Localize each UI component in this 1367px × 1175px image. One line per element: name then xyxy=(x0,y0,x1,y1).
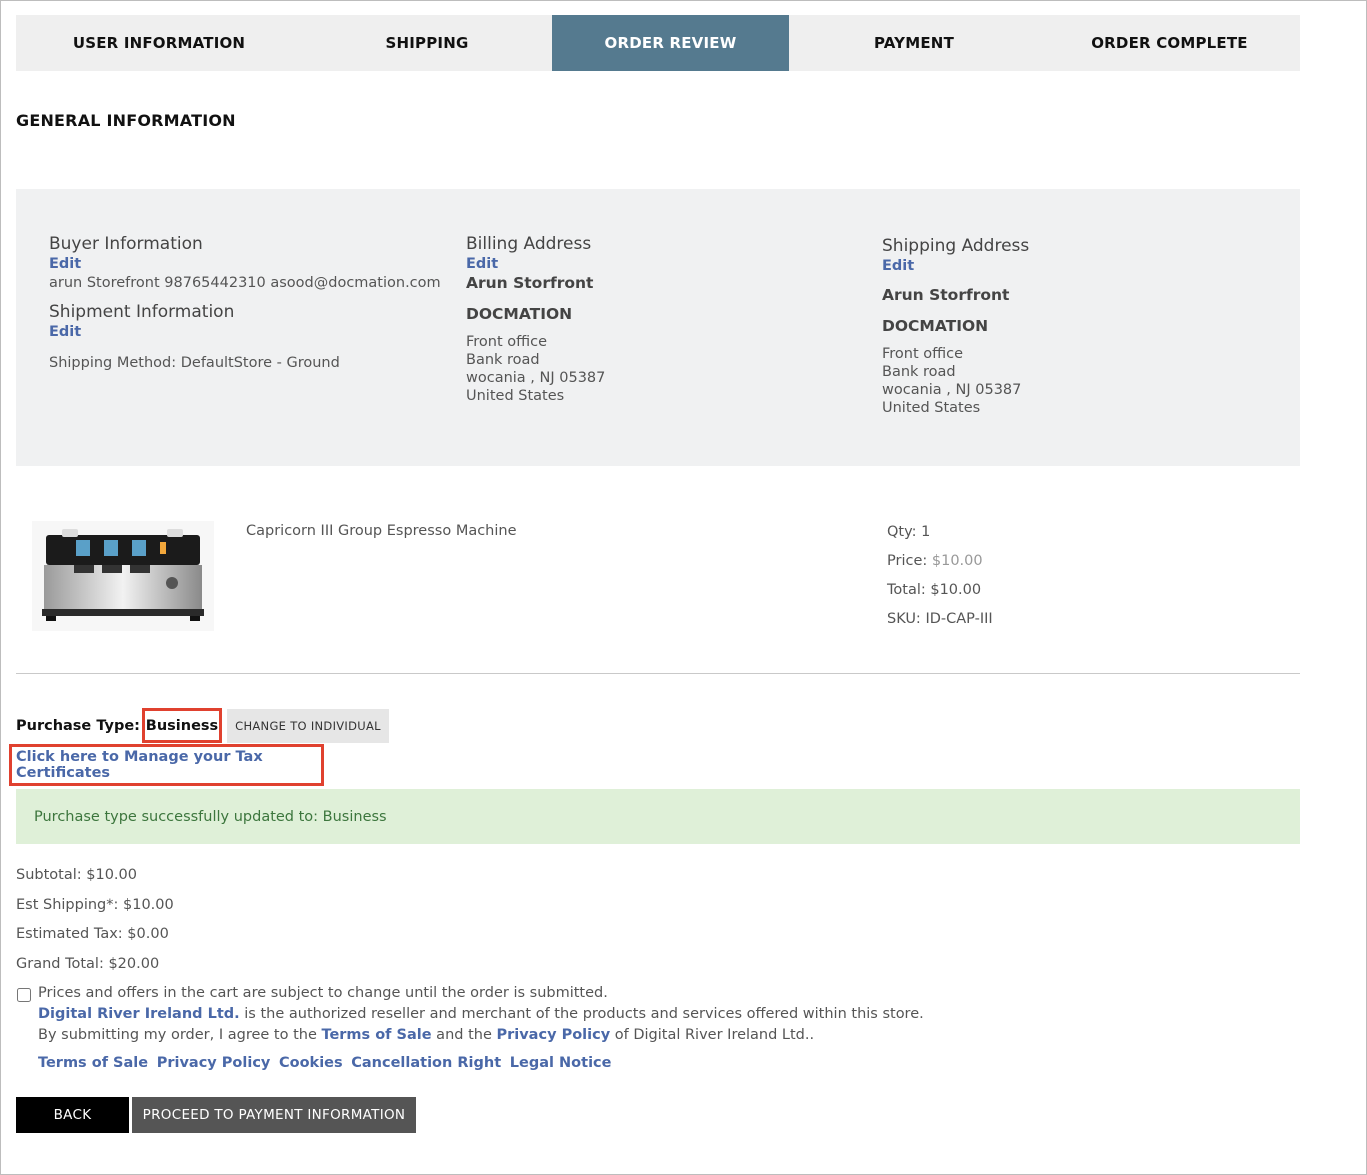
proceed-to-payment-button[interactable]: PROCEED TO PAYMENT INFORMATION xyxy=(132,1097,416,1133)
change-to-individual-button[interactable]: CHANGE TO INDIVIDUAL xyxy=(227,709,389,743)
product-total: $10.00 xyxy=(930,582,982,598)
shipping-city: wocania , NJ 05387 xyxy=(882,382,1022,398)
terms-text: Prices and offers in the cart are subjec… xyxy=(38,983,938,1046)
shipment-heading: Shipment Information xyxy=(49,302,235,322)
product-total-row: Total: $10.00 xyxy=(887,582,982,598)
buyer-column: Buyer Information Edit arun Storefront 9… xyxy=(49,233,449,372)
section-title: GENERAL INFORMATION xyxy=(16,111,236,130)
terms-checkbox[interactable] xyxy=(17,988,31,1002)
product-sku-row: SKU: ID-CAP-III xyxy=(887,611,993,627)
order-totals: Subtotal: $10.00 Est Shipping*: $10.00 E… xyxy=(16,866,174,984)
step-shipping[interactable]: SHIPPING xyxy=(302,15,552,71)
terms-line-1: Prices and offers in the cart are subjec… xyxy=(38,985,608,1001)
product-name: Capricorn III Group Espresso Machine xyxy=(246,523,517,539)
estimated-tax: Estimated Tax: $0.00 xyxy=(16,926,169,942)
manage-tax-certificates-link[interactable]: Click here to Manage your Tax Certificat… xyxy=(16,749,321,781)
billing-edit-link[interactable]: Edit xyxy=(466,255,498,274)
step-payment[interactable]: PAYMENT xyxy=(789,15,1039,71)
divider xyxy=(16,673,1300,674)
shipping-address-heading: Shipping Address xyxy=(882,236,1030,256)
success-banner: Purchase type successfully updated to: B… xyxy=(16,789,1300,844)
footer-privacy-policy-link[interactable]: Privacy Policy xyxy=(157,1055,271,1071)
buyer-heading: Buyer Information xyxy=(49,234,203,254)
shipping-line1: Front office xyxy=(882,346,964,362)
footer-cancellation-right-link[interactable]: Cancellation Right xyxy=(351,1055,501,1071)
product-price: $10.00 xyxy=(931,553,983,569)
terms-of-sale-inline-link[interactable]: Terms of Sale xyxy=(321,1027,431,1043)
est-shipping: Est Shipping*: $10.00 xyxy=(16,896,174,913)
shipping-address-column: Shipping Address Edit Arun Storfront DOC… xyxy=(882,235,1282,417)
shipment-edit-link[interactable]: Edit xyxy=(49,323,81,342)
product-sku: ID-CAP-III xyxy=(925,611,993,627)
billing-city: wocania , NJ 05387 xyxy=(466,370,606,386)
product-qty-row: Qty: 1 xyxy=(887,524,931,540)
shipping-method: Shipping Method: DefaultStore - Ground xyxy=(49,355,340,371)
purchase-type-label: Purchase Type: xyxy=(16,718,140,734)
product-details: Qty: 1 Price: $10.00 Total: $10.00 SKU: … xyxy=(887,523,993,639)
footer-cookies-link[interactable]: Cookies xyxy=(279,1055,343,1071)
terms-line-2: Digital River Ireland Ltd. is the author… xyxy=(38,1006,924,1022)
buyer-edit-link[interactable]: Edit xyxy=(49,255,81,274)
product-price-row: Price: $10.00 xyxy=(887,553,983,569)
product-image xyxy=(32,521,214,631)
shipping-company: DOCMATION xyxy=(882,317,989,335)
billing-line1: Front office xyxy=(466,334,548,350)
espresso-machine-icon xyxy=(32,521,214,631)
step-order-complete[interactable]: ORDER COMPLETE xyxy=(1039,15,1300,71)
purchase-type-value: Business xyxy=(142,708,222,743)
checkout-page: USER INFORMATION SHIPPING ORDER REVIEW P… xyxy=(9,15,1300,1133)
billing-line2: Bank road xyxy=(466,352,540,368)
terms-line-3: By submitting my order, I agree to the T… xyxy=(38,1027,815,1043)
shipping-address-edit-link[interactable]: Edit xyxy=(882,257,914,276)
reseller-link[interactable]: Digital River Ireland Ltd. xyxy=(38,1006,240,1022)
buyer-details: arun Storefront 98765442310 asood@docmat… xyxy=(49,275,441,291)
checkout-steps: USER INFORMATION SHIPPING ORDER REVIEW P… xyxy=(16,15,1300,71)
product-qty: 1 xyxy=(921,524,931,540)
privacy-policy-inline-link[interactable]: Privacy Policy xyxy=(496,1027,610,1043)
shipping-country: United States xyxy=(882,400,981,416)
step-order-review[interactable]: ORDER REVIEW xyxy=(552,15,789,71)
shipping-line2: Bank road xyxy=(882,364,956,380)
general-info-panel: Buyer Information Edit arun Storefront 9… xyxy=(16,189,1300,466)
billing-heading: Billing Address xyxy=(466,234,592,254)
billing-name: Arun Storfront xyxy=(466,274,594,292)
subtotal: Subtotal: $10.00 xyxy=(16,867,137,883)
shipping-name: Arun Storfront xyxy=(882,286,1010,304)
billing-column: Billing Address Edit Arun Storfront DOCM… xyxy=(466,233,866,405)
billing-company: DOCMATION xyxy=(466,305,573,323)
billing-country: United States xyxy=(466,388,565,404)
back-button[interactable]: BACK xyxy=(16,1097,129,1133)
footer-links: Terms of Sale Privacy Policy Cookies Can… xyxy=(38,1055,615,1071)
tax-certificates-highlight: Click here to Manage your Tax Certificat… xyxy=(9,744,324,786)
footer-legal-notice-link[interactable]: Legal Notice xyxy=(510,1055,612,1071)
footer-terms-of-sale-link[interactable]: Terms of Sale xyxy=(38,1055,148,1071)
step-user-information[interactable]: USER INFORMATION xyxy=(16,15,302,71)
grand-total: Grand Total: $20.00 xyxy=(16,955,160,972)
